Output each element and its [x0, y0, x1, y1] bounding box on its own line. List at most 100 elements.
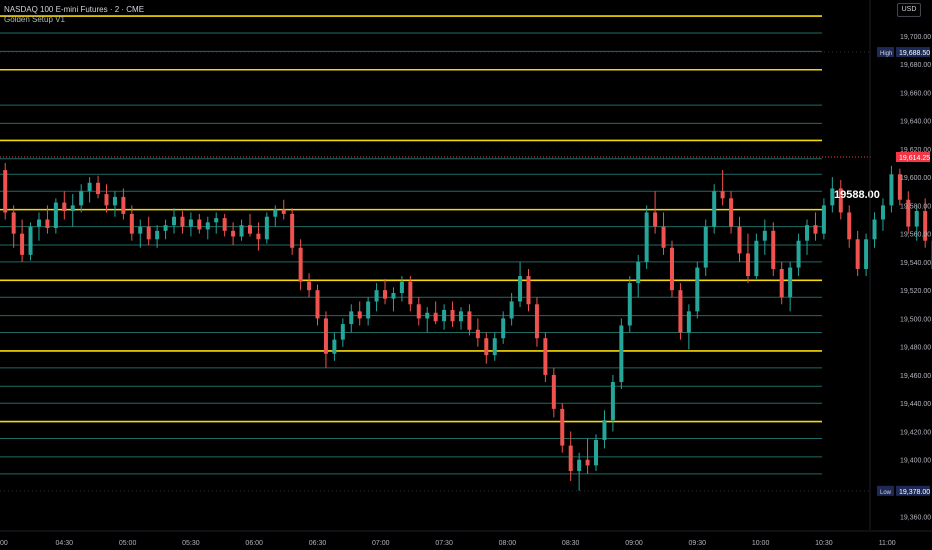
candle-body [762, 230, 767, 241]
marker-tag-label: High [880, 51, 892, 57]
candle-body [332, 339, 337, 354]
candle-body [366, 301, 371, 319]
candle-body [450, 309, 455, 322]
candle-body [172, 216, 177, 226]
candle-body [509, 301, 514, 319]
price-tick-label: 19,580.00 [900, 203, 931, 210]
candle-body [703, 226, 708, 268]
candle-body [737, 226, 742, 254]
candle-body [96, 182, 101, 195]
candle-body [729, 198, 734, 227]
candle-body [467, 311, 472, 330]
candle-body [11, 212, 16, 234]
candle-body [585, 459, 590, 466]
candle-body [62, 202, 67, 212]
candle-body [45, 219, 50, 228]
candle-body [340, 324, 345, 340]
candle-body [129, 213, 134, 234]
candle-body [855, 239, 860, 269]
price-tick-label: 19,500.00 [900, 316, 931, 323]
candle-body [821, 205, 826, 234]
candle-body [79, 191, 84, 206]
candle-body [357, 311, 362, 319]
candle-body [745, 253, 750, 277]
candle-body [264, 216, 269, 240]
candle-body [290, 213, 295, 248]
candle-body [475, 329, 480, 339]
price-chart[interactable]: 19588.00 19,700.00 19,680.00 19,660.00 19,6… [0, 0, 932, 550]
time-tick-label: 05:00 [119, 540, 137, 547]
candle-body [712, 191, 717, 227]
currency-button[interactable]: USD [897, 3, 921, 17]
candle-body [568, 445, 573, 472]
candle-body [104, 194, 109, 206]
candle-body [914, 211, 919, 227]
candle-body [28, 226, 33, 255]
candle-body [315, 290, 320, 319]
candle-body [383, 290, 388, 299]
time-tick-label: 06:30 [309, 540, 327, 547]
indicator-label[interactable]: Golden Setup V1 [4, 15, 65, 24]
candle-body [188, 219, 193, 227]
candle-body [416, 304, 421, 319]
candle-body [526, 276, 531, 305]
candle-body [678, 290, 683, 333]
marker-tag-label: Low [880, 490, 892, 496]
candle-body [864, 239, 869, 269]
candle-body [484, 338, 489, 356]
candle-body [163, 225, 168, 231]
candle-body [349, 311, 354, 325]
price-tick-label: 19,420.00 [900, 429, 931, 436]
marker-value-label: 19,688.50 [899, 50, 930, 57]
candle-body [391, 292, 396, 299]
price-annotation: 19588.00 [834, 189, 880, 201]
candle-body [399, 281, 404, 293]
candle-body [87, 182, 92, 192]
candle-body [222, 218, 227, 231]
time-tick-label: 08:30 [562, 540, 580, 547]
candle-body [551, 374, 556, 409]
candle-body [560, 408, 565, 446]
candle-body [594, 439, 599, 466]
candle-body [3, 170, 8, 213]
candle-body [231, 230, 236, 237]
candle-body [644, 212, 649, 262]
candle-body [205, 222, 210, 230]
candle-body [298, 247, 303, 282]
candle-body [619, 325, 624, 383]
candle-body [880, 205, 885, 220]
candle-body [872, 219, 877, 240]
time-tick-label: 10:00 [752, 540, 770, 547]
candle-body [661, 226, 666, 248]
time-tick-label: 10:30 [815, 540, 833, 547]
price-tick-label: 19,560.00 [900, 232, 931, 239]
candle-body [458, 311, 463, 322]
candle-body [256, 233, 261, 240]
candle-body [53, 202, 58, 228]
candle-body [813, 225, 818, 234]
candle-body [112, 196, 117, 206]
price-tick-label: 19,680.00 [900, 62, 931, 69]
candle-body [720, 191, 725, 199]
candle-body [653, 212, 658, 227]
candle-body [779, 268, 784, 298]
candle-body [36, 219, 41, 227]
price-tick-label: 19,700.00 [900, 34, 931, 41]
candle-body [307, 281, 312, 291]
price-tick-label: 19,440.00 [900, 401, 931, 408]
candle-body [425, 312, 430, 319]
candle-body [610, 382, 615, 421]
candle-body [636, 261, 641, 284]
time-tick-label: 00 [0, 540, 8, 547]
price-tick-label: 19,640.00 [900, 119, 931, 126]
time-tick-label: 08:00 [499, 540, 517, 547]
candle-body [627, 283, 632, 326]
candle-body [788, 267, 793, 298]
time-tick-label: 11:00 [879, 540, 896, 547]
time-tick-label: 06:00 [245, 540, 263, 547]
time-tick-label: 05:30 [182, 540, 200, 547]
candle-body [273, 209, 278, 217]
symbol-title: NASDAQ 100 E-mini Futures · 2 · CME [4, 5, 145, 14]
candle-body [146, 226, 151, 240]
candle-body [197, 219, 202, 230]
